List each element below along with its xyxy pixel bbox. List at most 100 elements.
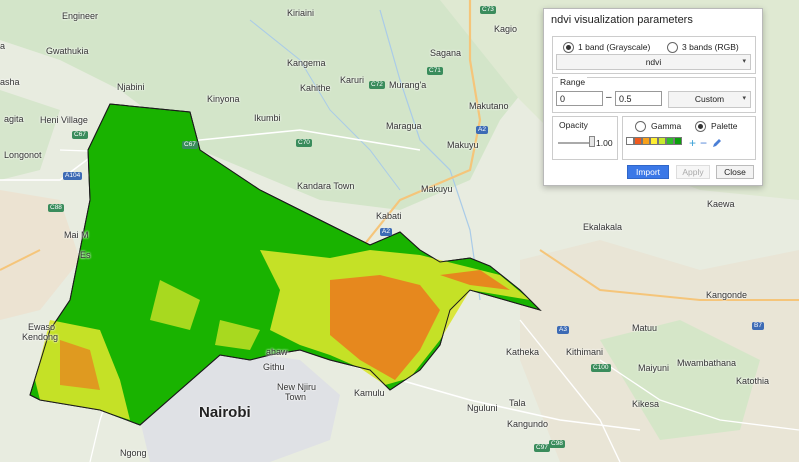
minus-icon[interactable]: − (700, 137, 707, 149)
place-asha: asha (0, 77, 20, 87)
close-button[interactable]: Close (716, 165, 754, 179)
range-label: Range (558, 77, 588, 87)
place-es: Es (80, 250, 91, 260)
road-shield-c97: C97 (534, 444, 550, 452)
place-githu: Githu (263, 362, 285, 372)
road-shield-c67-west: C67 (72, 131, 88, 139)
band-select-value: ndvi (645, 57, 662, 67)
place-maragua: Maragua (386, 121, 422, 131)
place-mai-mahiu: Mai M (64, 230, 89, 240)
road-shield-c70: C70 (296, 139, 312, 147)
place-karuri: Karuri (340, 75, 365, 85)
pencil-icon[interactable] (712, 138, 722, 148)
import-button[interactable]: Import (627, 165, 669, 179)
range-mode-select[interactable]: Custom ▾ (668, 91, 751, 108)
place-matuu: Matuu (632, 323, 658, 333)
place-gwathukia: Gwathukia (46, 46, 89, 56)
place-kaewa: Kaewa (707, 199, 735, 209)
label-rgb: 3 bands (RGB) (682, 42, 739, 52)
road-shield-c71: C71 (427, 67, 443, 75)
place-kahawa: ahaw (266, 347, 288, 357)
place-maiyuni: Maiyuni (638, 363, 670, 373)
place-engineer: Engineer (62, 11, 99, 21)
place-makuyu-north: Makuyu (447, 140, 479, 150)
palette-swatch[interactable] (674, 137, 682, 145)
road-shield-c88: C88 (48, 204, 64, 212)
road-shield-b7: B7 (752, 322, 764, 330)
place-kikesa: Kikesa (632, 399, 660, 409)
place-katothia: Katothia (736, 376, 770, 386)
place-kiriaini: Kiriaini (287, 8, 315, 18)
place-new-njiru: New Njiru (277, 382, 317, 392)
radio-rgb[interactable] (667, 42, 678, 53)
place-katheka: Katheka (506, 347, 540, 357)
range-min-input[interactable]: 0 (556, 91, 603, 106)
place-tala: Tala (509, 398, 526, 408)
apply-button[interactable]: Apply (676, 165, 710, 179)
place-nguluni: Nguluni (467, 403, 498, 413)
place-ikumbi: Ikumbi (254, 113, 281, 123)
road-shield-c67-east: C67 (182, 141, 198, 149)
place-ekalakala: Ekalakala (583, 222, 623, 232)
radio-gamma[interactable] (635, 121, 646, 132)
opacity-value: 1.00 (596, 138, 613, 148)
road-shield-a2-north: A2 (476, 126, 488, 134)
radio-grayscale[interactable] (563, 42, 574, 53)
opacity-slider-thumb[interactable] (589, 136, 595, 147)
place-kangonde: Kangonde (706, 290, 748, 300)
road-shield-c73: C73 (480, 6, 496, 14)
place-ewaso: Ewaso (28, 322, 56, 332)
place-kangema: Kangema (287, 58, 326, 68)
dialog-title: ndvi visualization parameters (551, 14, 693, 26)
range-max-input[interactable]: 0.5 (615, 91, 662, 106)
place-a: a (0, 41, 6, 51)
place-makutano: Makutano (469, 101, 509, 111)
palette-swatch[interactable] (634, 137, 642, 145)
place-kabati: Kabati (376, 211, 402, 221)
place-njabini: Njabini (117, 82, 145, 92)
label-palette: Palette (711, 121, 738, 131)
road-shield-c72: C72 (369, 81, 385, 89)
chevron-down-icon: ▾ (742, 58, 746, 65)
palette-swatch[interactable] (642, 137, 650, 145)
road-shield-a104: A104 (63, 172, 83, 180)
place-kithimani: Kithimani (566, 347, 604, 357)
place-longonot: Longonot (4, 150, 42, 160)
range-group: Range 0 – 0.5 Custom ▾ (552, 77, 756, 113)
place-mwambathana: Mwambathana (677, 358, 737, 368)
road-shield-a3: A3 (557, 326, 569, 334)
label-gamma: Gamma (651, 121, 682, 131)
plus-icon[interactable]: + (689, 137, 696, 149)
palette-swatch[interactable] (658, 137, 666, 145)
band-select[interactable]: ndvi ▾ (556, 54, 751, 70)
road-shield-a2-south: A2 (380, 228, 392, 236)
place-kedong: Kendong (22, 332, 59, 342)
palette-swatch[interactable] (650, 137, 658, 145)
place-heni-village: Heni Village (40, 115, 88, 125)
place-kandara-town: Kandara Town (297, 181, 355, 191)
palette-swatches[interactable] (626, 137, 696, 147)
place-kinyona: Kinyona (207, 94, 240, 104)
place-agita: agita (4, 114, 24, 124)
radio-palette[interactable] (695, 121, 706, 132)
place-makuyu: Makuyu (421, 184, 453, 194)
place-ngong: Ngong (120, 448, 147, 458)
place-kagio: Kagio (494, 24, 518, 34)
range-separator: – (606, 92, 612, 103)
opacity-group: Opacity 1.00 (552, 116, 618, 160)
stretch-group: Gamma Palette + − (622, 116, 756, 160)
place-sagana: Sagana (430, 48, 462, 58)
palette-swatch[interactable] (626, 137, 634, 145)
place-kangundo: Kangundo (507, 419, 549, 429)
palette-swatch[interactable] (666, 137, 674, 145)
range-mode-value: Custom (694, 94, 725, 104)
chevron-down-icon: ▾ (742, 95, 746, 102)
opacity-label: Opacity (559, 120, 588, 130)
place-kahithe: Kahithe (300, 83, 331, 93)
band-mode-group: 1 band (Grayscale) 3 bands (RGB) ndvi ▾ (552, 36, 756, 74)
road-shield-c98: C98 (549, 440, 565, 448)
place-nairobi: Nairobi (199, 404, 251, 421)
place-muranga: Murang'a (389, 80, 427, 90)
label-grayscale: 1 band (Grayscale) (578, 42, 651, 52)
road-shield-c100: C100 (591, 364, 611, 372)
